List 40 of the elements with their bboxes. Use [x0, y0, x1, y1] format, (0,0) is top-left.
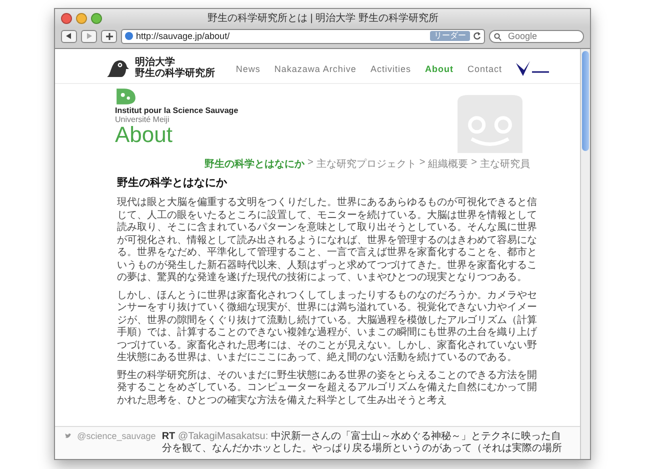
article-paragraph: しかし、ほんとうに世界は家畜化されつくしてしまったりするものなのだろうか。カメラやセンサーをすり抜けていく微細な現実が、世界には満ち溢れている。視覚化できない力やイメージが、世界の隙間をくぐり抜けて流動し続けている。大脳過程を模倣したアルゴリズム（計算手順）では、計算することのできない複雑な過程が、いまこの瞬間にも世界の土台を織り上げつづけている。家畜化された思考には、そのことが見えない。しかし、家畜化されていない野生状態にある世界は、いまだにここにあって、絶え間のない活動を続けているのである。 — [117, 290, 538, 364]
url-text: http://sauvage.jp/about/ — [136, 31, 231, 41]
reader-button[interactable]: リーダー — [430, 31, 470, 41]
reload-icon[interactable] — [473, 32, 481, 40]
window-control-icon[interactable] — [76, 12, 87, 24]
twitter-account-link[interactable]: @science_sauvage — [77, 431, 156, 441]
logo-text: 明治大学 野生の科学研究所 — [135, 57, 215, 79]
back-icon[interactable] — [61, 30, 77, 42]
emblem-icon — [115, 87, 137, 106]
nav-link[interactable]: Nakazawa Archive — [274, 64, 356, 74]
breadcrumb-separator: > — [307, 157, 314, 170]
plus-icon[interactable] — [101, 30, 117, 42]
tweet-text: RT @TakagiMasakatsu: 中沢新一さんの「富士山～水めぐる神秘～」とテクネに映った自分を観て、なんだかホッとした。やっぱり戻る場所というのがあって（それは実際の場所 — [162, 431, 563, 455]
article-paragraph: 現代は眼と大脳を偏重する文明をつくりだした。世界にあるあらゆるものが可視化できると信じて、人工の眼をいたるところに設置して、モニターを続けている。大脳は世界を情報として読み取り、そこに含まれているパターンを意味として取り出そうとしている。そんな風に世界が可視化され、情報として読み出されるようになれば、世界を管理するのはきわめて容易になる。世界をなだめ、平準化して管理すること、一言で言えば世界を家畜化することを、都市というものが発生した新石器時代以来、人類はずっと求めてつづけてきた。世界を家畜化するこの夢は、驚異的な発達を遂げた現代の技術によって、いまやひとつの現実となりつつある。 — [117, 197, 538, 284]
breadcrumb-link[interactable]: 主な研究プロジェクト — [316, 157, 416, 171]
article-paragraph: 野生の科学研究所は、そのいまだに野生状態にある世界の姿をとらえることのできる方法を開発することをめざしている。コンピューターを超えるアルゴリズムを備えた自然にむかって開かれた思考を、ひとつの確実な方法を備えた科学として生み出そうと考え — [117, 370, 538, 407]
scrollbar[interactable] — [580, 49, 590, 459]
window-control-icon[interactable] — [91, 12, 102, 24]
breadcrumb-link[interactable]: 野生の科学とはなにか — [204, 157, 304, 171]
nav-link[interactable]: News — [236, 64, 260, 74]
university-logo-icon — [516, 61, 550, 77]
university-name: Université Meiji — [115, 115, 170, 124]
article-title: 野生の科学とはなにか — [117, 176, 228, 190]
address-field[interactable]: http://sauvage.jp/about/ リーダー — [121, 28, 485, 44]
breadcrumb-separator: > — [471, 157, 477, 170]
breadcrumb-link[interactable]: 組織概要 — [428, 157, 468, 171]
nav-link[interactable]: Activities — [370, 64, 411, 74]
breadcrumb-link[interactable]: 主な研究員 — [480, 157, 530, 171]
nav-link[interactable]: About — [424, 64, 454, 74]
nav-link[interactable]: Contact — [467, 64, 502, 74]
window-title: 野生の科学研究所とは | 明治大学 野生の科学研究所 — [206, 12, 440, 25]
breadcrumb-separator: > — [419, 157, 426, 170]
window-control-icon[interactable] — [61, 12, 72, 24]
search-field[interactable]: Google — [489, 30, 584, 42]
scroll-thumb[interactable] — [582, 51, 589, 151]
globe-icon — [125, 32, 133, 40]
bird-icon — [65, 431, 72, 441]
bird-logo-icon — [105, 59, 129, 77]
page-heading: About — [115, 124, 174, 146]
institute-name: Institut pour la Science Sauvage — [115, 106, 238, 115]
